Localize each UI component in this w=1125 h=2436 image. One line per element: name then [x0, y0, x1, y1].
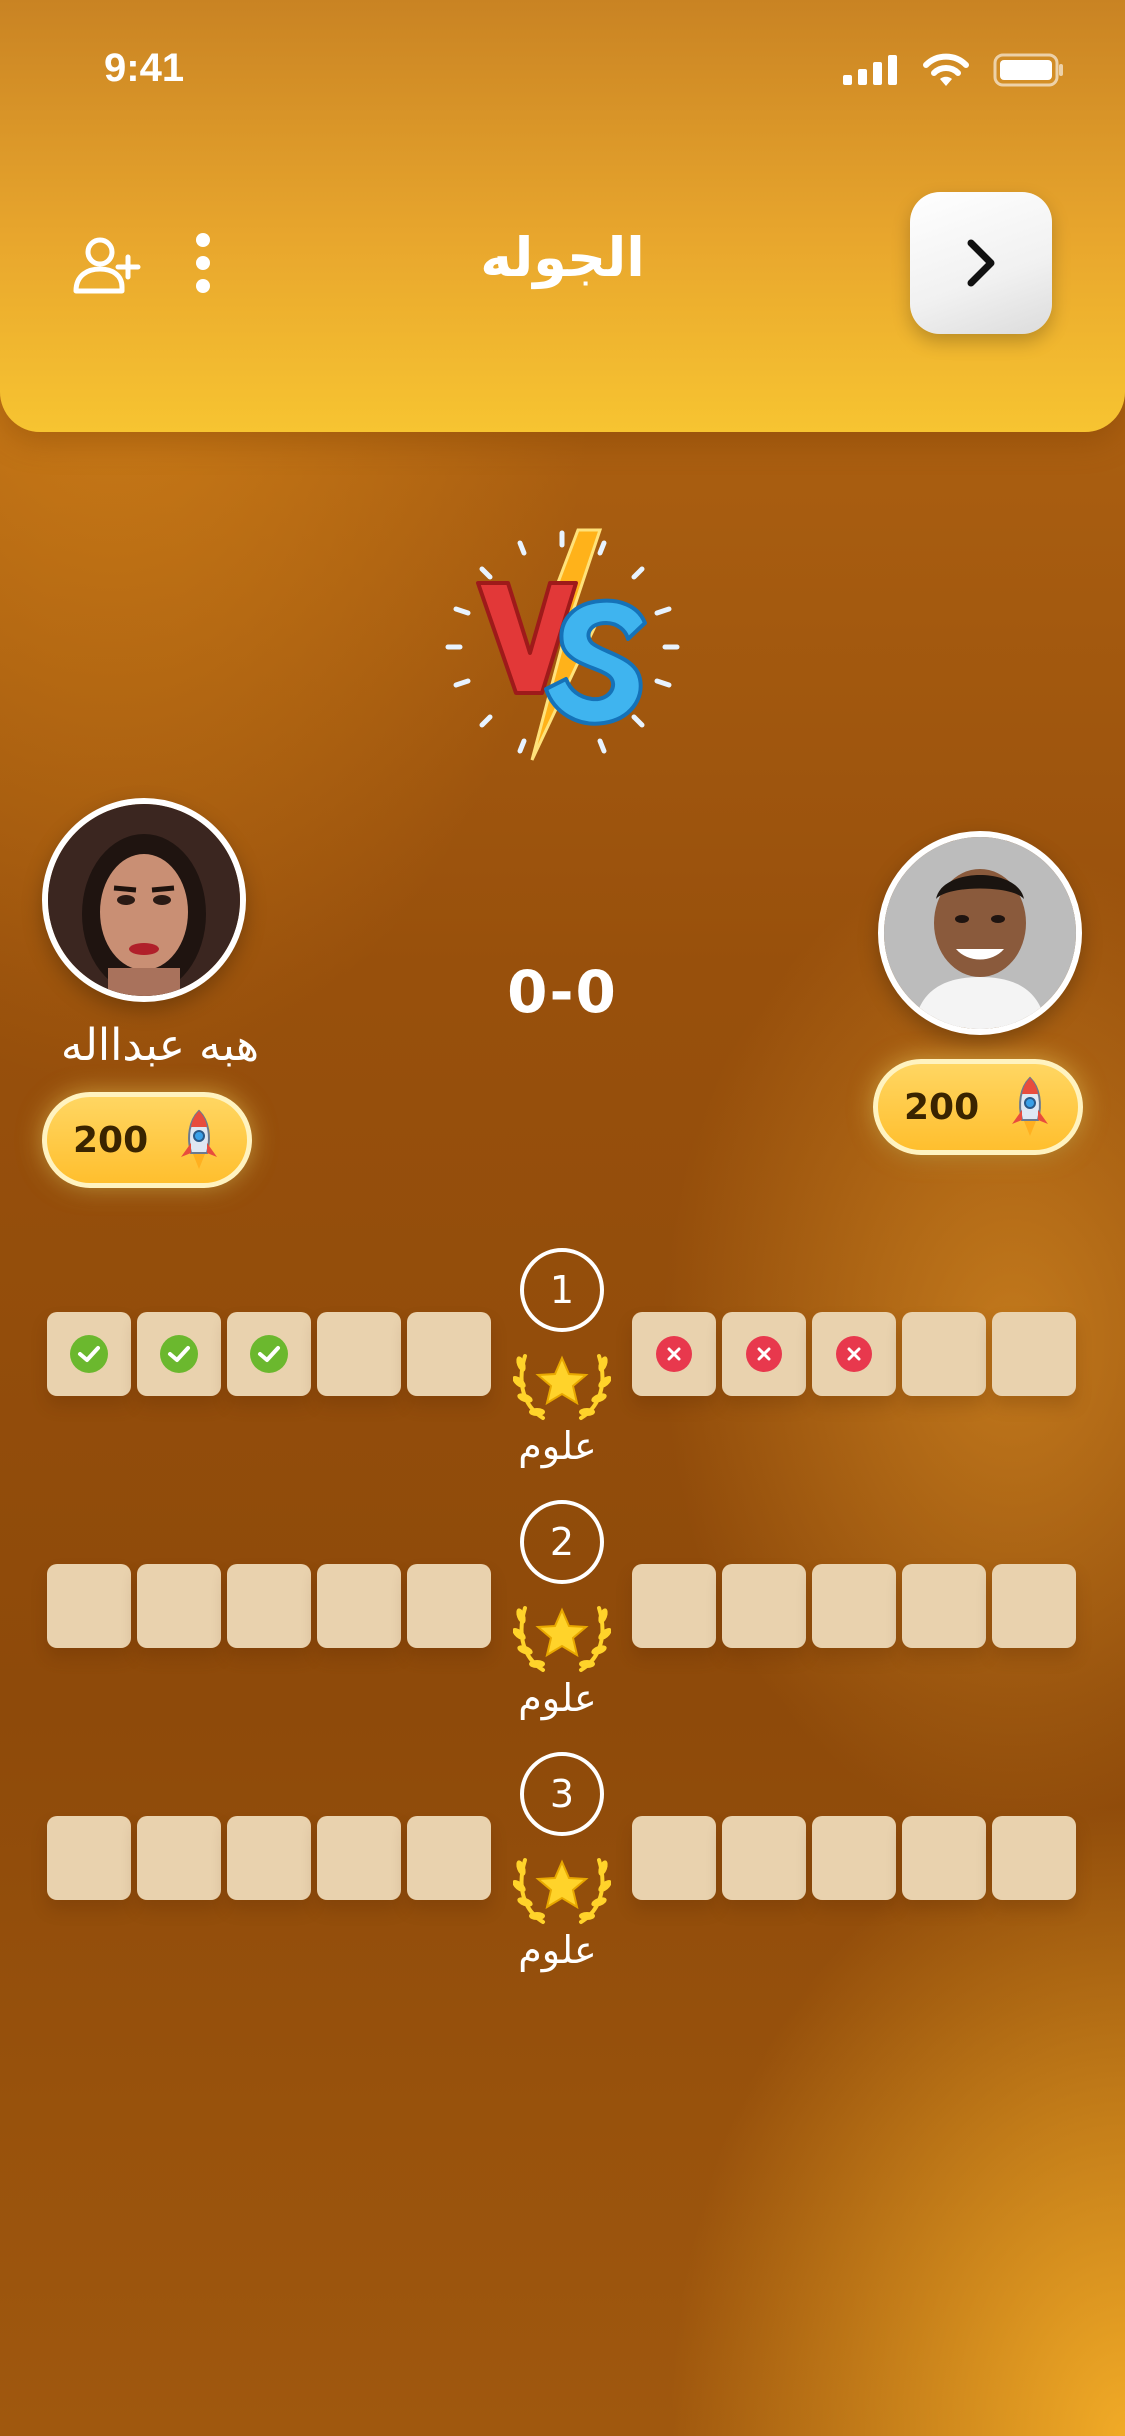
answer-box: [992, 1816, 1076, 1900]
x-circle-icon: [656, 1336, 692, 1372]
status-icons: [843, 52, 1065, 88]
round-row: 2 علوم: [0, 1500, 1125, 1730]
answer-box: [722, 1312, 806, 1396]
answer-box: [407, 1312, 491, 1396]
check-circle-icon: [70, 1335, 108, 1373]
wifi-icon: [923, 53, 969, 86]
battery-icon: [993, 53, 1063, 87]
status-time: 9:41: [104, 46, 185, 90]
signal-icon: [843, 55, 897, 85]
player-left-coin-value: 200: [73, 1119, 149, 1161]
answer-box: [137, 1312, 221, 1396]
player-left-coins: 200: [42, 1092, 252, 1188]
answer-box: [902, 1816, 986, 1900]
player-right-avatar[interactable]: [878, 831, 1082, 1035]
player-right-photo: [884, 837, 1076, 1029]
round-row: 3 علوم: [0, 1752, 1125, 1982]
player-right-coin-value: 200: [904, 1086, 980, 1128]
answers-left: [47, 1816, 491, 1900]
player-right-coins: 200: [873, 1059, 1083, 1155]
answer-box: [812, 1312, 896, 1396]
check-circle-icon: [250, 1335, 288, 1373]
player-left-name: هبه عبدااله: [60, 1020, 260, 1071]
laurel-star-icon: [512, 1586, 612, 1678]
back-button[interactable]: [910, 192, 1052, 334]
answer-box: [722, 1564, 806, 1648]
answer-box: [317, 1312, 401, 1396]
answer-box: [407, 1564, 491, 1648]
answer-box: [317, 1564, 401, 1648]
answer-box: [992, 1312, 1076, 1396]
answer-box: [722, 1816, 806, 1900]
rocket-icon: [181, 1109, 217, 1169]
answer-box: [227, 1564, 311, 1648]
check-circle-icon: [160, 1335, 198, 1373]
answers-left: [47, 1564, 491, 1648]
answer-box: [47, 1312, 131, 1396]
answers-right: [632, 1312, 1076, 1396]
answer-box: [902, 1564, 986, 1648]
answer-box: [407, 1816, 491, 1900]
x-circle-icon: [836, 1336, 872, 1372]
vs-icon: [445, 528, 680, 761]
answer-box: [227, 1816, 311, 1900]
answer-box: [47, 1564, 131, 1648]
round-number: 2: [520, 1500, 604, 1584]
answer-box: [317, 1816, 401, 1900]
answers-left: [47, 1312, 491, 1396]
answer-box: [632, 1816, 716, 1900]
round-row: 1 علوم: [0, 1248, 1125, 1478]
laurel-star-icon: [512, 1838, 612, 1930]
answer-box: [632, 1564, 716, 1648]
answer-box: [227, 1312, 311, 1396]
answers-right: [632, 1564, 1076, 1648]
answers-right: [632, 1816, 1076, 1900]
answer-box: [137, 1816, 221, 1900]
chevron-right-icon: [967, 239, 995, 287]
round-category: علوم: [518, 1676, 597, 1720]
answer-box: [812, 1816, 896, 1900]
answer-box: [992, 1564, 1076, 1648]
answer-box: [902, 1312, 986, 1396]
top-header: 9:41 الجوله: [0, 0, 1125, 432]
answer-box: [47, 1816, 131, 1900]
rocket-icon: [1012, 1076, 1048, 1136]
x-circle-icon: [746, 1336, 782, 1372]
round-category: علوم: [518, 1928, 597, 1972]
laurel-star-icon: [512, 1334, 612, 1426]
round-category: علوم: [518, 1424, 597, 1468]
answer-box: [137, 1564, 221, 1648]
answer-box: [812, 1564, 896, 1648]
round-number: 1: [520, 1248, 604, 1332]
answer-box: [632, 1312, 716, 1396]
round-number: 3: [520, 1752, 604, 1836]
